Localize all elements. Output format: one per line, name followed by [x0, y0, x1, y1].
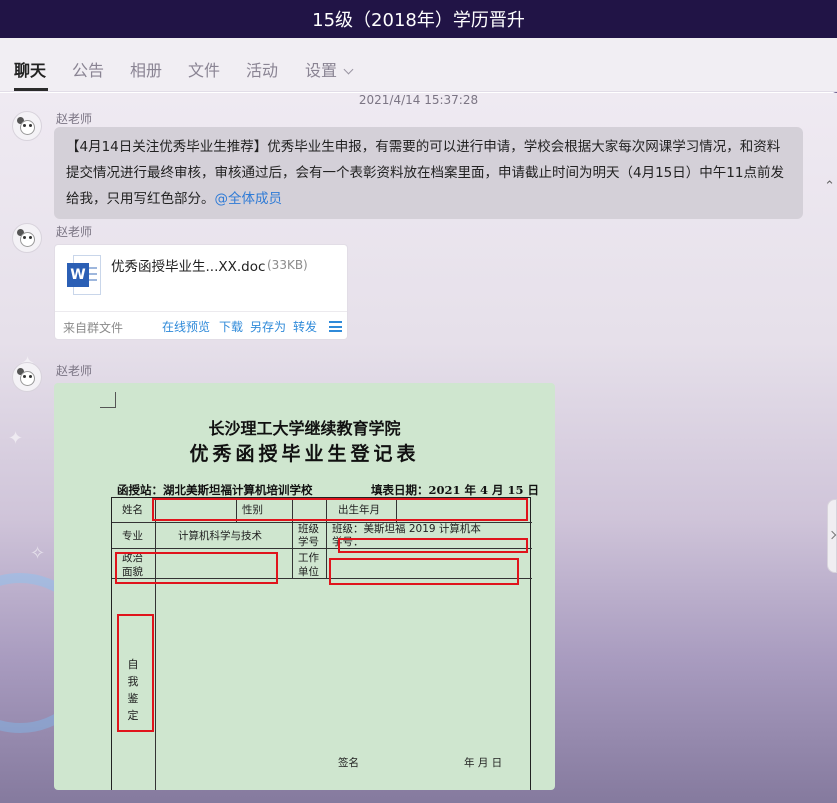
highlight-name-row — [152, 498, 528, 521]
sender-name: 赵老师 — [56, 225, 93, 239]
chat-area[interactable]: ✦ ✧ ✦ ⌃ 2021/4/14 15:37:28 赵老师 【4月14日关注优… — [0, 93, 837, 803]
save-as-button[interactable]: 另存为 — [250, 318, 286, 335]
avatar-eye — [29, 124, 32, 127]
class-value: 班级：美斯坦福 2019 计算机本 — [332, 523, 481, 535]
tab-album[interactable]: 相册 — [130, 57, 162, 81]
file-source: 来自群文件 — [63, 321, 124, 335]
tab-chat[interactable]: 聊天 — [14, 57, 46, 81]
star-decoration-icon: ✧ — [30, 543, 46, 564]
tab-activities[interactable]: 活动 — [246, 57, 278, 81]
window-title: 15级（2018年）学历晋升 — [0, 0, 837, 38]
sender-name: 赵老师 — [56, 112, 93, 126]
label-work-1: 工作 — [298, 552, 319, 564]
avatar[interactable] — [12, 111, 42, 141]
avatar-eye — [23, 236, 26, 239]
image-message[interactable]: 长沙理工大学继续教育学院 优秀函授毕业生登记表 函授站：湖北美斯坦福计算机培训学… — [54, 383, 555, 790]
active-tab-indicator — [14, 88, 48, 91]
file-card[interactable]: W 优秀函授毕业生...XX.doc (33KB) 来自群文件 在线预览 下载 … — [54, 244, 348, 340]
avatar-eye — [29, 375, 32, 378]
form-line — [155, 498, 156, 790]
word-letter: W — [67, 263, 89, 287]
message-body: 【4月14日关注优秀毕业生推荐】优秀毕业生申报，有需要的可以进行申请，学校会根据… — [66, 139, 784, 207]
avatar-eye — [23, 124, 26, 127]
avatar-eye — [29, 236, 32, 239]
tab-settings[interactable]: 设置 — [305, 57, 354, 81]
message-bubble[interactable]: 【4月14日关注优秀毕业生推荐】优秀毕业生申报，有需要的可以进行申请，学校会根据… — [54, 127, 803, 219]
forward-button[interactable]: 转发 — [293, 318, 317, 335]
highlight-work-unit — [329, 558, 519, 585]
label-major: 专业 — [122, 530, 143, 542]
highlight-student-no — [338, 538, 528, 553]
sender-name: 赵老师 — [56, 364, 93, 378]
preview-button[interactable]: 在线预览 — [162, 318, 210, 335]
download-button[interactable]: 下载 — [219, 318, 243, 335]
tab-files[interactable]: 文件 — [188, 57, 220, 81]
divider — [55, 311, 347, 312]
label-work-2: 单位 — [298, 566, 319, 578]
tab-announcement[interactable]: 公告 — [72, 57, 104, 81]
highlight-self-eval — [117, 614, 154, 732]
doc-fill-date: 填表日期：2021 年 4 月 15 日 — [371, 483, 540, 497]
avatar-eye — [23, 375, 26, 378]
tab-settings-label: 设置 — [305, 61, 338, 80]
avatar-face — [20, 371, 35, 386]
label-student-no: 学号 — [298, 536, 319, 548]
star-decoration-icon: ✦ — [8, 428, 24, 449]
highlight-politics — [115, 552, 278, 584]
avatar[interactable] — [12, 223, 42, 253]
label-class: 班级 — [298, 523, 319, 535]
avatar[interactable] — [12, 362, 42, 392]
word-doc-icon: W — [67, 255, 101, 295]
avatar-face — [20, 120, 35, 135]
doc-form-title: 优秀函授毕业生登记表 — [189, 443, 420, 465]
signature-label: 签名 — [338, 757, 359, 769]
label-name: 姓名 — [122, 504, 143, 516]
message-text: 赵老师 【4月14日关注优秀毕业生推荐】优秀毕业生申报，有需要的可以进行申请，学… — [0, 105, 837, 219]
registration-form: 姓名 性别 出生年月 专业 计算机科学与技术 班级 学号 班级：美斯坦福 201… — [111, 497, 532, 790]
chevron-down-icon — [343, 64, 354, 75]
expand-panel-button[interactable] — [827, 499, 837, 573]
more-menu-icon[interactable] — [329, 321, 342, 332]
crop-mark — [100, 392, 116, 408]
avatar-face — [20, 232, 35, 247]
doc-school-name: 长沙理工大学继续教育学院 — [208, 419, 401, 438]
signature-date: 年 月 日 — [464, 757, 503, 769]
file-size: (33KB) — [267, 258, 308, 272]
tab-bar: 聊天 公告 相册 文件 活动 设置 — [0, 38, 837, 108]
file-name[interactable]: 优秀函授毕业生...XX.doc — [111, 255, 265, 275]
doc-station: 函授站：湖北美斯坦福计算机培训学校 — [117, 483, 313, 497]
major-value: 计算机科学与技术 — [178, 530, 262, 542]
mention-all-link[interactable]: @全体成员 — [215, 191, 283, 207]
